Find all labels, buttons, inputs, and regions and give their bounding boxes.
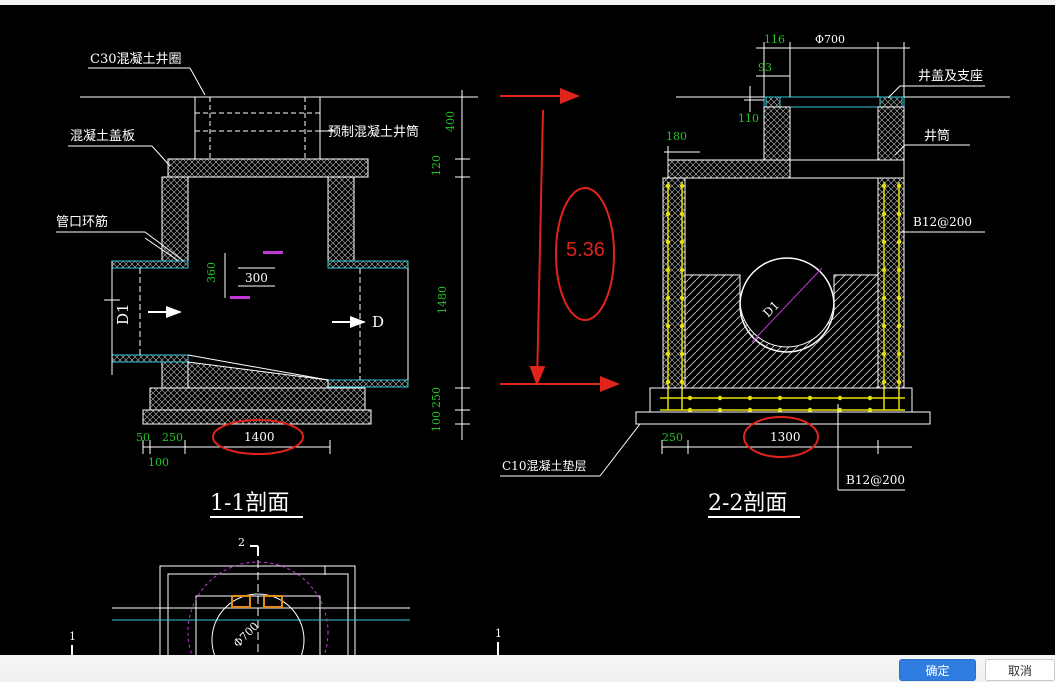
dim-250-right: 250 <box>662 431 683 444</box>
label-pipe-ring-rebar: 管口环筋 <box>56 214 108 230</box>
dim-120: 120 <box>430 155 443 176</box>
dim-93: 93 <box>758 61 772 74</box>
label-tube: 井筒 <box>924 128 950 144</box>
dim-400: 400 <box>444 111 457 132</box>
annotation-value: 5.36 <box>566 239 605 261</box>
label-cover-slab: 混凝土盖板 <box>70 128 135 144</box>
plan-marker-1b: 1 <box>495 627 502 640</box>
label-precast-tube: 预制混凝土井筒 <box>328 124 419 140</box>
cad-drawing-canvas: C30混凝土井圈 预制混凝土井筒 混凝土盖板 管口环筋 D1 D 360 300… <box>0 0 1055 671</box>
top-strip <box>0 0 1055 5</box>
confirm-button[interactable]: 确定 <box>899 659 976 681</box>
dim-100b: 100 <box>148 456 169 469</box>
dim-1300: 1300 <box>770 430 801 444</box>
plan-marker-2: 2 <box>238 536 245 549</box>
dim-250b: 250 <box>162 431 183 444</box>
label-pipe-d: D <box>372 313 384 331</box>
dim-300: 300 <box>245 271 268 285</box>
section-title-1-1: 1-1剖面 <box>210 491 289 516</box>
dim-1480: 1480 <box>436 286 449 314</box>
dim-110: 110 <box>738 112 759 125</box>
dim-180: 180 <box>666 130 687 143</box>
label-cover-support: 井盖及支座 <box>918 69 983 84</box>
dim-50: 50 <box>136 431 150 444</box>
label-pipe-d1: D1 <box>114 303 132 325</box>
label-rebar-side: B12@200 <box>913 215 972 229</box>
dim-116: 116 <box>764 33 785 46</box>
plan-marker-1a: 1 <box>69 630 76 643</box>
label-rebar-bottom: B12@200 <box>846 473 905 487</box>
section-title-2-2: 2-2剖面 <box>708 491 787 516</box>
label-c30-ring: C30混凝土井圈 <box>90 51 182 67</box>
label-c10-cushion: C10混凝土垫层 <box>502 458 586 473</box>
dim-phi700: Φ700 <box>815 33 845 46</box>
dialog-footer <box>0 655 1055 671</box>
dim-1400: 1400 <box>244 430 275 444</box>
cancel-button[interactable]: 取消 <box>985 659 1055 681</box>
dim-250: 250 <box>430 387 443 408</box>
dim-100: 100 <box>430 411 443 432</box>
dim-360: 360 <box>205 262 218 283</box>
